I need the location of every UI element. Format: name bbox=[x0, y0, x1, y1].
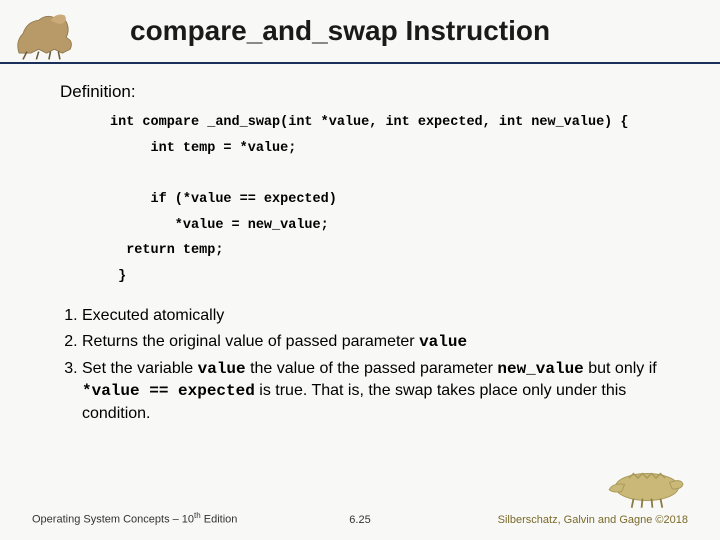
code-line: if (*value == expected) bbox=[110, 192, 337, 207]
code-inline: new_value bbox=[497, 360, 583, 378]
list-text: Returns the original value of passed par… bbox=[82, 333, 419, 350]
code-inline: value bbox=[419, 333, 467, 351]
code-line: int compare _and_swap(int *value, int ex… bbox=[110, 115, 628, 130]
list-item: Returns the original value of passed par… bbox=[82, 331, 660, 354]
code-block: int compare _and_swap(int *value, int ex… bbox=[110, 110, 660, 289]
code-line: } bbox=[110, 269, 126, 284]
list-text: Set the variable bbox=[82, 360, 198, 377]
footer-sup: th bbox=[194, 511, 201, 520]
ordered-list: Executed atomically Returns the original… bbox=[60, 305, 660, 424]
code-line: *value = new_value; bbox=[110, 218, 329, 233]
code-inline: value bbox=[198, 360, 246, 378]
code-line: int temp = *value; bbox=[110, 141, 296, 156]
list-item: Executed atomically bbox=[82, 305, 660, 327]
dinosaur-right-icon bbox=[602, 455, 692, 510]
footer-copyright: Silberschatz, Galvin and Gagne ©2018 bbox=[498, 514, 688, 526]
list-item: Set the variable value the value of the … bbox=[82, 358, 660, 425]
footer-text: Operating System Concepts – 10 bbox=[32, 514, 194, 526]
footer-page-number: 6.25 bbox=[349, 514, 370, 526]
list-text: but only if bbox=[584, 360, 657, 377]
footer-left: Operating System Concepts – 10th Edition bbox=[32, 511, 237, 526]
list-text: Executed atomically bbox=[82, 307, 224, 324]
footer-text: Edition bbox=[201, 514, 238, 526]
definition-label: Definition: bbox=[60, 82, 660, 102]
slide-content: Definition: int compare _and_swap(int *v… bbox=[0, 64, 720, 424]
dinosaur-left-icon bbox=[8, 6, 93, 61]
code-line: return temp; bbox=[110, 243, 223, 258]
code-inline: *value == expected bbox=[82, 382, 255, 400]
slide-header: compare_and_swap Instruction bbox=[0, 0, 720, 64]
slide-title: compare_and_swap Instruction bbox=[130, 15, 550, 47]
list-text: the value of the passed parameter bbox=[246, 360, 498, 377]
